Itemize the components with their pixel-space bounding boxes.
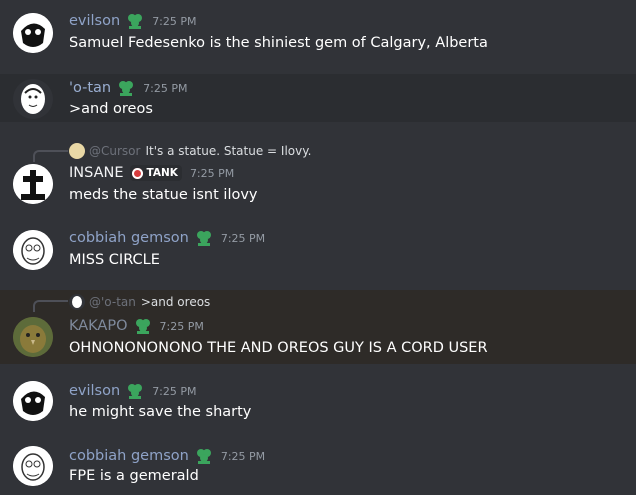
leaf-badge-icon [196,231,211,246]
username[interactable]: KAKAPO [69,318,128,334]
message-1: evilson 7:25 PM Samuel Fedesenko is the … [0,0,636,70]
avatar-evilson[interactable] [13,381,53,421]
timestamp: 7:25 PM [220,231,266,245]
reply-connector [33,300,68,312]
reply-text: It's a statue. Statue = Ilovy. [145,144,312,158]
avatar-cobbiah[interactable] [13,446,53,486]
reply-avatar [69,143,85,159]
message-2: 'o-tan 7:25 PM >and oreos [0,74,636,122]
username[interactable]: cobbiah gemson [69,230,189,246]
message-text: he might save the sharty [69,404,252,420]
timestamp: 7:25 PM [152,384,197,398]
timestamp: 7:25 PM [159,319,204,333]
tag-badge: TANK [129,165,182,181]
message-3: @Cursor It's a statue. Statue = Ilovy. I… [0,140,636,210]
timestamp: 7:25 PM [220,449,266,463]
username[interactable]: 'o-tan [69,80,111,96]
message-7: cobbiah gemson 7:25 PM FPE is a gemerald [0,437,636,495]
tag-icon [131,167,143,179]
reply-avatar [69,294,85,310]
tag-label: TANK [146,167,178,179]
message-text: Samuel Fedesenko is the shiniest gem of … [69,35,488,51]
reply-preview[interactable]: @'o-tan >and oreos [69,294,210,310]
message-6: evilson 7:25 PM he might save the sharty [0,372,636,432]
leaf-badge-icon [119,81,134,96]
avatar-insane[interactable] [13,164,53,204]
message-5: @'o-tan >and oreos KAKAPO 7:25 PM OHNONO… [0,290,636,364]
message-text: meds the statue isnt ilovy [69,187,258,203]
username[interactable]: INSANE [69,165,124,181]
avatar-evilson[interactable] [13,13,53,53]
timestamp: 7:25 PM [143,81,188,95]
username[interactable]: cobbiah gemson [69,448,189,464]
message-4: cobbiah gemson 7:25 PM MISS CIRCLE [0,220,636,285]
reply-username[interactable]: @'o-tan [89,295,136,309]
leaf-badge-icon [135,319,150,334]
reply-preview[interactable]: @Cursor It's a statue. Statue = Ilovy. [69,143,311,159]
timestamp: 7:25 PM [189,166,235,180]
message-text: MISS CIRCLE [69,252,160,268]
leaf-badge-icon [128,14,143,29]
username[interactable]: evilson [69,13,120,29]
message-text: FPE is a gemerald [69,468,199,484]
message-text: >and oreos [69,101,153,117]
reply-username[interactable]: @Cursor [89,144,140,158]
avatar-o-tan[interactable] [13,79,53,119]
reply-connector [33,150,68,162]
leaf-badge-icon [196,449,211,464]
message-text: OHNONONONONO THE AND OREOS GUY IS A CORD… [69,340,488,356]
timestamp: 7:25 PM [152,14,197,28]
reply-text: >and oreos [140,295,211,309]
leaf-badge-icon [128,384,143,399]
username[interactable]: evilson [69,383,120,399]
avatar-cobbiah[interactable] [13,230,53,270]
avatar-kakapo[interactable] [13,317,53,357]
